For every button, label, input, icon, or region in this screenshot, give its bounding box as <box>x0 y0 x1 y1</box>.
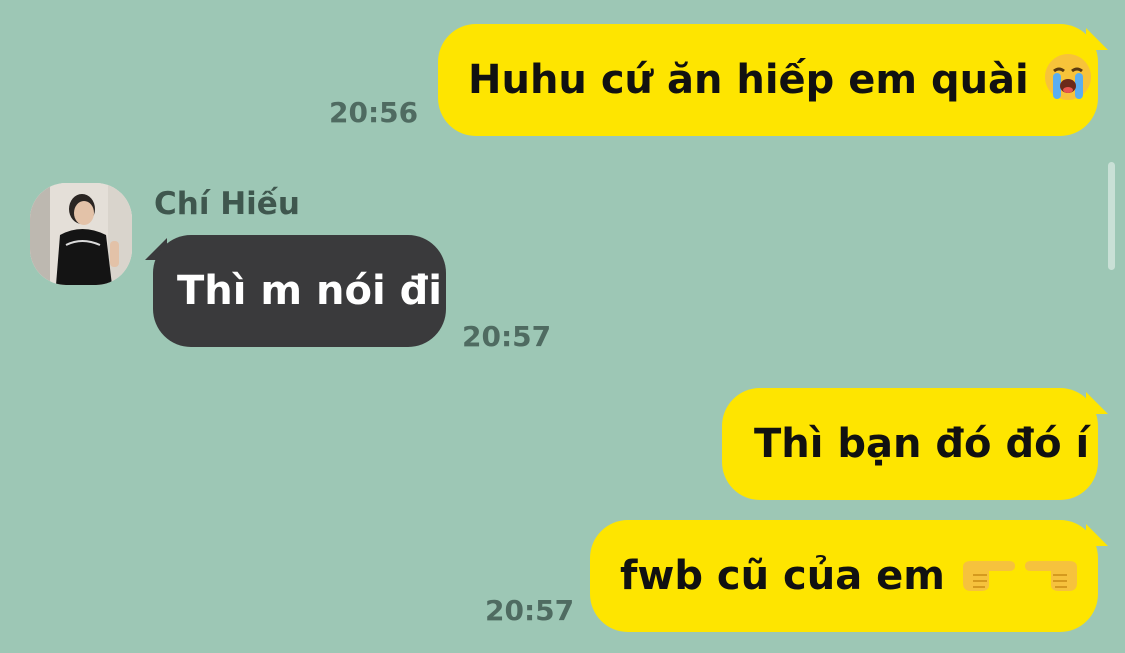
backhand-index-pointing-right-icon <box>959 553 1017 600</box>
message-text: Thì m nói đi <box>177 268 442 314</box>
avatar[interactable] <box>30 183 132 285</box>
message-text: fwb cũ của em <box>620 553 945 599</box>
loudly-crying-face-icon <box>1043 52 1093 109</box>
chat-thread: 20:56 Huhu cứ ăn hiếp em quài Chí Hiếu T… <box>0 0 1125 653</box>
message-text: Thì bạn đó đó í <box>754 421 1090 467</box>
message-bubble-received[interactable]: Thì m nói đi <box>153 235 446 347</box>
message-bubble-sent[interactable]: Thì bạn đó đó í <box>722 388 1098 500</box>
message-text: Huhu cứ ăn hiếp em quài <box>468 57 1029 103</box>
message-time: 20:57 <box>462 320 552 353</box>
bubble-tail <box>1086 524 1108 546</box>
bubble-tail <box>1086 392 1108 414</box>
message-bubble-sent[interactable]: fwb cũ của em <box>590 520 1098 632</box>
message-time: 20:56 <box>329 96 419 129</box>
backhand-index-pointing-left-icon <box>1023 553 1081 600</box>
scrollbar[interactable] <box>1108 162 1115 270</box>
bubble-tail <box>1086 28 1108 50</box>
sender-name: Chí Hiếu <box>154 186 300 222</box>
message-bubble-sent[interactable]: Huhu cứ ăn hiếp em quài <box>438 24 1098 136</box>
message-time: 20:57 <box>485 594 575 627</box>
